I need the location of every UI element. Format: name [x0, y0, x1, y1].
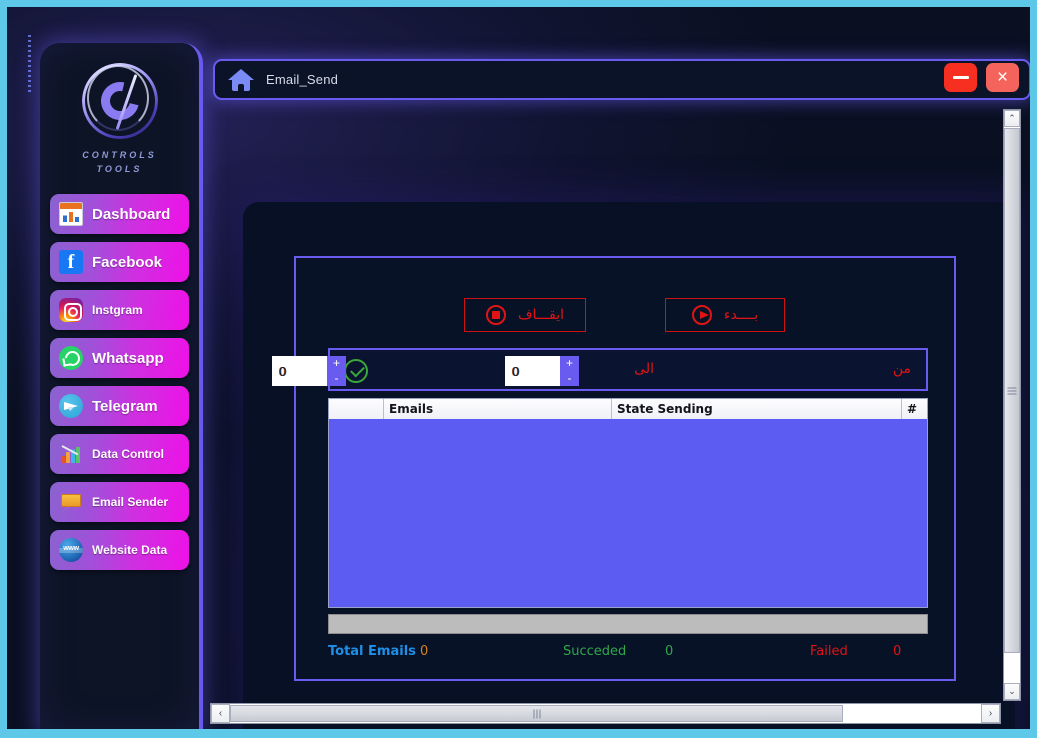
succeeded-label: Succeded	[563, 644, 627, 659]
vertical-scrollbar-thumb[interactable]	[1004, 128, 1020, 653]
sidebar-item-label: Instgram	[92, 303, 143, 317]
column-header-index[interactable]: #	[902, 399, 927, 419]
brand-block: CONTROLS TOOLS	[40, 43, 199, 176]
to-input-value: 0	[279, 363, 287, 379]
title-bar: Email_Send	[213, 59, 1030, 100]
sidebar-item-label: Telegram	[92, 397, 158, 415]
sidebar-item-dashboard[interactable]: Dashboard	[50, 194, 189, 234]
emails-table[interactable]: Emails State Sending #	[328, 398, 928, 608]
to-increment-button[interactable]: +	[333, 357, 340, 369]
start-button-label: بــــدء	[723, 307, 759, 323]
from-label: من	[892, 361, 911, 377]
brand-line-2: TOOLS	[96, 164, 143, 174]
range-row: من 0 + - الى 0 + -	[272, 348, 928, 391]
home-icon[interactable]	[228, 68, 254, 91]
vertical-scrollbar[interactable]: ⌃ ⌄	[1003, 109, 1021, 701]
main-region: Email_Send × ايقـــاف بــــدء من 0 + - ا…	[207, 53, 1030, 729]
dotted-decoration	[28, 35, 31, 93]
column-header-select[interactable]	[329, 399, 384, 419]
facebook-icon: f	[59, 250, 83, 274]
to-input[interactable]: 0	[272, 356, 327, 386]
sidebar-item-facebook[interactable]: f Facebook	[50, 242, 189, 282]
globe-www-icon	[59, 538, 83, 562]
sidebar-item-label: Facebook	[92, 253, 163, 271]
column-header-emails[interactable]: Emails	[384, 399, 612, 419]
failed-label: Failed	[810, 644, 848, 659]
scroll-down-button[interactable]: ⌄	[1004, 683, 1020, 700]
scrollbar-grip-icon	[533, 709, 540, 718]
sidebar-item-email-sender[interactable]: Email Sender	[50, 482, 189, 522]
stop-button-label: ايقـــاف	[518, 307, 564, 323]
check-circle-icon[interactable]	[344, 359, 368, 383]
stop-button[interactable]: ايقـــاف	[464, 298, 586, 332]
action-button-row: ايقـــاف بــــدء	[296, 298, 954, 332]
page-title: Email_Send	[266, 72, 339, 87]
table-footer-bar	[328, 614, 928, 634]
table-body[interactable]	[329, 419, 927, 607]
sidebar-item-label: Email Sender	[92, 495, 169, 509]
sidebar: CONTROLS TOOLS Dashboard f Facebook Inst…	[40, 43, 203, 729]
scroll-left-button[interactable]: ‹	[211, 704, 230, 723]
sidebar-item-whatsapp[interactable]: Whatsapp	[50, 338, 189, 378]
to-decrement-button[interactable]: -	[335, 372, 339, 384]
sidebar-item-label: Website Data	[92, 543, 168, 557]
telegram-icon	[59, 394, 83, 418]
content-card: ايقـــاف بــــدء من 0 + - الى 0 + - Emai…	[243, 202, 1015, 729]
play-icon	[691, 305, 712, 325]
whatsapp-icon	[59, 346, 83, 370]
scroll-up-button[interactable]: ⌃	[1004, 110, 1020, 127]
brand-name: CONTROLS TOOLS	[82, 148, 157, 176]
horizontal-scrollbar[interactable]: ‹ ›	[210, 703, 1001, 724]
close-button[interactable]: ×	[986, 63, 1019, 92]
total-emails-value: 0	[420, 644, 429, 659]
from-input-value: 0	[512, 363, 520, 379]
failed-value: 0	[893, 644, 902, 659]
brand-line-1: CONTROLS	[82, 150, 157, 160]
controls-tools-logo-icon	[81, 63, 158, 139]
to-spinner[interactable]: + -	[327, 356, 346, 386]
minimize-icon	[952, 76, 969, 79]
sidebar-item-label: Whatsapp	[92, 349, 164, 367]
total-emails-label: Total Emails	[328, 644, 416, 659]
bar-chart-icon	[59, 442, 83, 466]
email-send-panel: ايقـــاف بــــدء من 0 + - الى 0 + - Emai…	[272, 256, 956, 681]
close-icon: ×	[996, 67, 1009, 88]
envelope-icon	[59, 490, 83, 514]
app-frame: CONTROLS TOOLS Dashboard f Facebook Inst…	[0, 0, 1037, 738]
sidebar-item-label: Dashboard	[92, 205, 171, 223]
start-button[interactable]: بــــدء	[665, 298, 785, 332]
horizontal-scrollbar-thumb[interactable]	[230, 705, 843, 722]
window-controls: ×	[944, 63, 1019, 92]
content-scrollpane: ايقـــاف بــــدء من 0 + - الى 0 + - Emai…	[213, 109, 1022, 729]
minimize-button[interactable]	[944, 63, 977, 92]
from-spinner[interactable]: + -	[560, 356, 579, 386]
sidebar-item-instgram[interactable]: Instgram	[50, 290, 189, 330]
from-decrement-button[interactable]: -	[568, 372, 572, 384]
horizontal-scrollbar-track[interactable]	[843, 704, 981, 723]
sidebar-item-data-control[interactable]: Data Control	[50, 434, 189, 474]
to-quantity-stepper[interactable]: 0 + -	[272, 356, 346, 386]
column-header-state-sending[interactable]: State Sending	[612, 399, 902, 419]
from-input[interactable]: 0	[505, 356, 560, 386]
sidebar-item-label: Data Control	[92, 447, 164, 461]
scrollbar-grip-icon	[1007, 387, 1017, 394]
table-header-row: Emails State Sending #	[329, 399, 927, 419]
app-window: CONTROLS TOOLS Dashboard f Facebook Inst…	[7, 7, 1030, 729]
sidebar-item-website-data[interactable]: Website Data	[50, 530, 189, 570]
from-increment-button[interactable]: +	[566, 357, 573, 369]
sidebar-item-telegram[interactable]: Telegram	[50, 386, 189, 426]
vertical-scrollbar-track[interactable]	[1004, 654, 1020, 683]
sidebar-nav: Dashboard f Facebook Instgram Whatsapp T…	[40, 194, 199, 570]
from-quantity-stepper[interactable]: 0 + -	[505, 356, 579, 386]
succeeded-value: 0	[665, 644, 674, 659]
instagram-icon	[59, 298, 83, 322]
to-label: الى	[634, 361, 654, 377]
scroll-right-button[interactable]: ›	[981, 704, 1000, 723]
stats-row: Total Emails 0 Succeded 0 Failed 0	[328, 644, 928, 664]
stop-icon	[486, 305, 507, 325]
dashboard-icon	[59, 202, 83, 226]
